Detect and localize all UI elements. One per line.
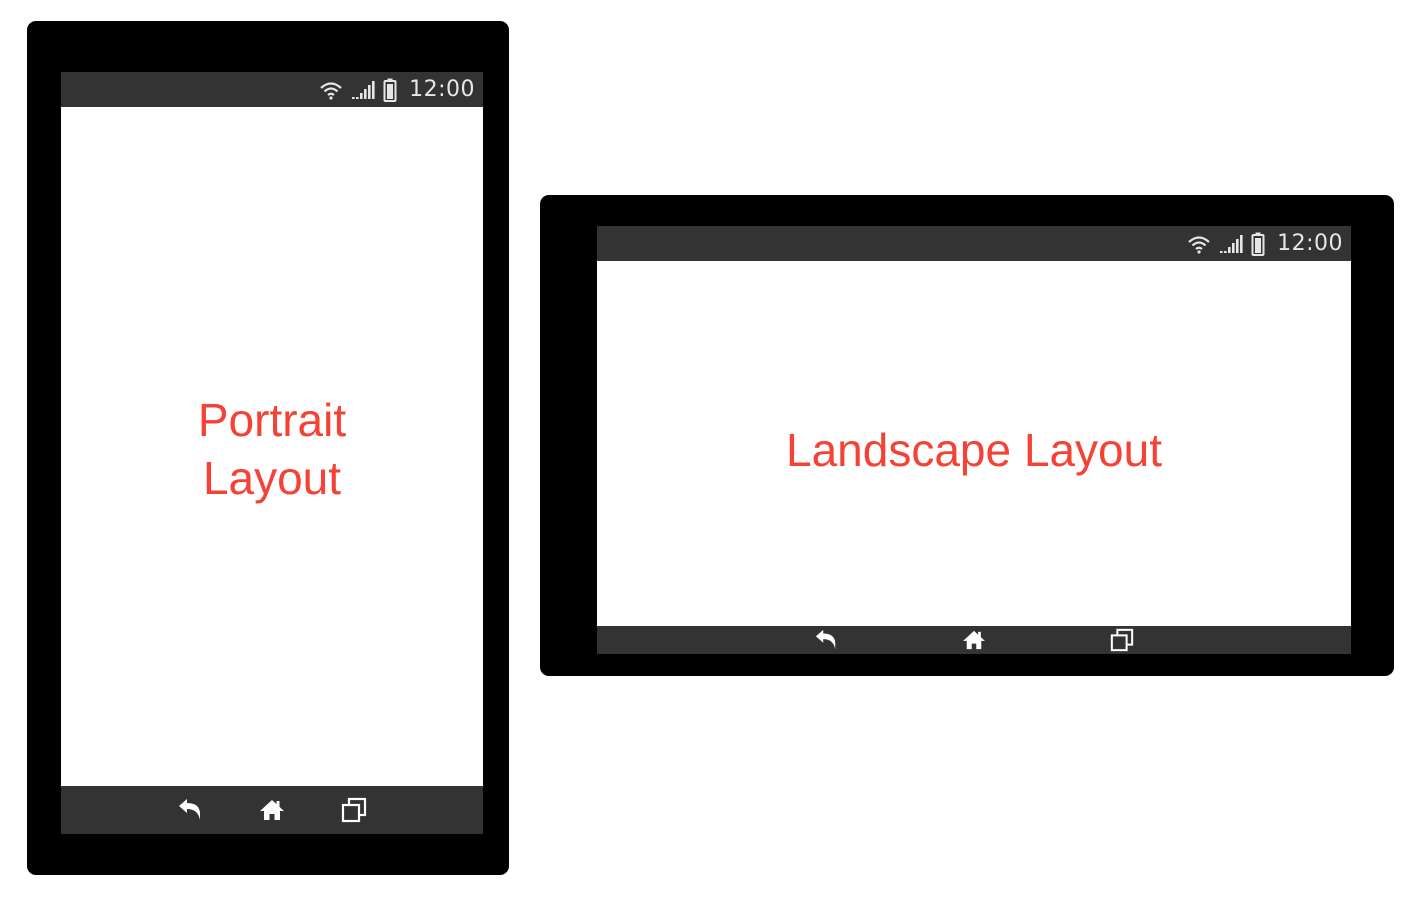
status-clock: 12:00	[409, 77, 475, 102]
landscape-phone-frame: 12:00 Landscape Layout	[540, 195, 1394, 676]
landscape-nav-bar	[597, 626, 1351, 654]
home-button[interactable]	[959, 626, 989, 654]
portrait-screen: 12:00 Portrait Layout	[61, 72, 483, 834]
home-button[interactable]	[257, 796, 287, 824]
landscape-screen: 12:00 Landscape Layout	[597, 226, 1351, 654]
back-button[interactable]	[811, 626, 841, 654]
back-button[interactable]	[175, 796, 205, 824]
portrait-layout-label: Portrait Layout	[197, 394, 347, 504]
portrait-nav-bar	[61, 786, 483, 834]
landscape-status-bar: 12:00	[597, 226, 1351, 261]
battery-icon	[383, 78, 397, 102]
status-clock: 12:00	[1277, 231, 1343, 256]
home-icon	[963, 630, 985, 650]
wifi-icon	[319, 80, 343, 100]
back-icon	[179, 799, 201, 820]
battery-icon	[1251, 232, 1265, 256]
signal-icon	[1219, 234, 1243, 254]
recents-button[interactable]	[339, 796, 369, 824]
landscape-layout-label: Landscape Layout	[786, 424, 1162, 476]
home-icon	[260, 800, 284, 820]
recents-icon	[341, 797, 367, 823]
back-icon	[815, 629, 836, 650]
signal-icon	[351, 80, 375, 100]
portrait-status-bar: 12:00	[61, 72, 483, 107]
portrait-phone-frame: 12:00 Portrait Layout	[27, 21, 509, 875]
recents-button[interactable]	[1107, 626, 1137, 654]
recents-icon	[1110, 628, 1134, 652]
wifi-icon	[1187, 234, 1211, 254]
